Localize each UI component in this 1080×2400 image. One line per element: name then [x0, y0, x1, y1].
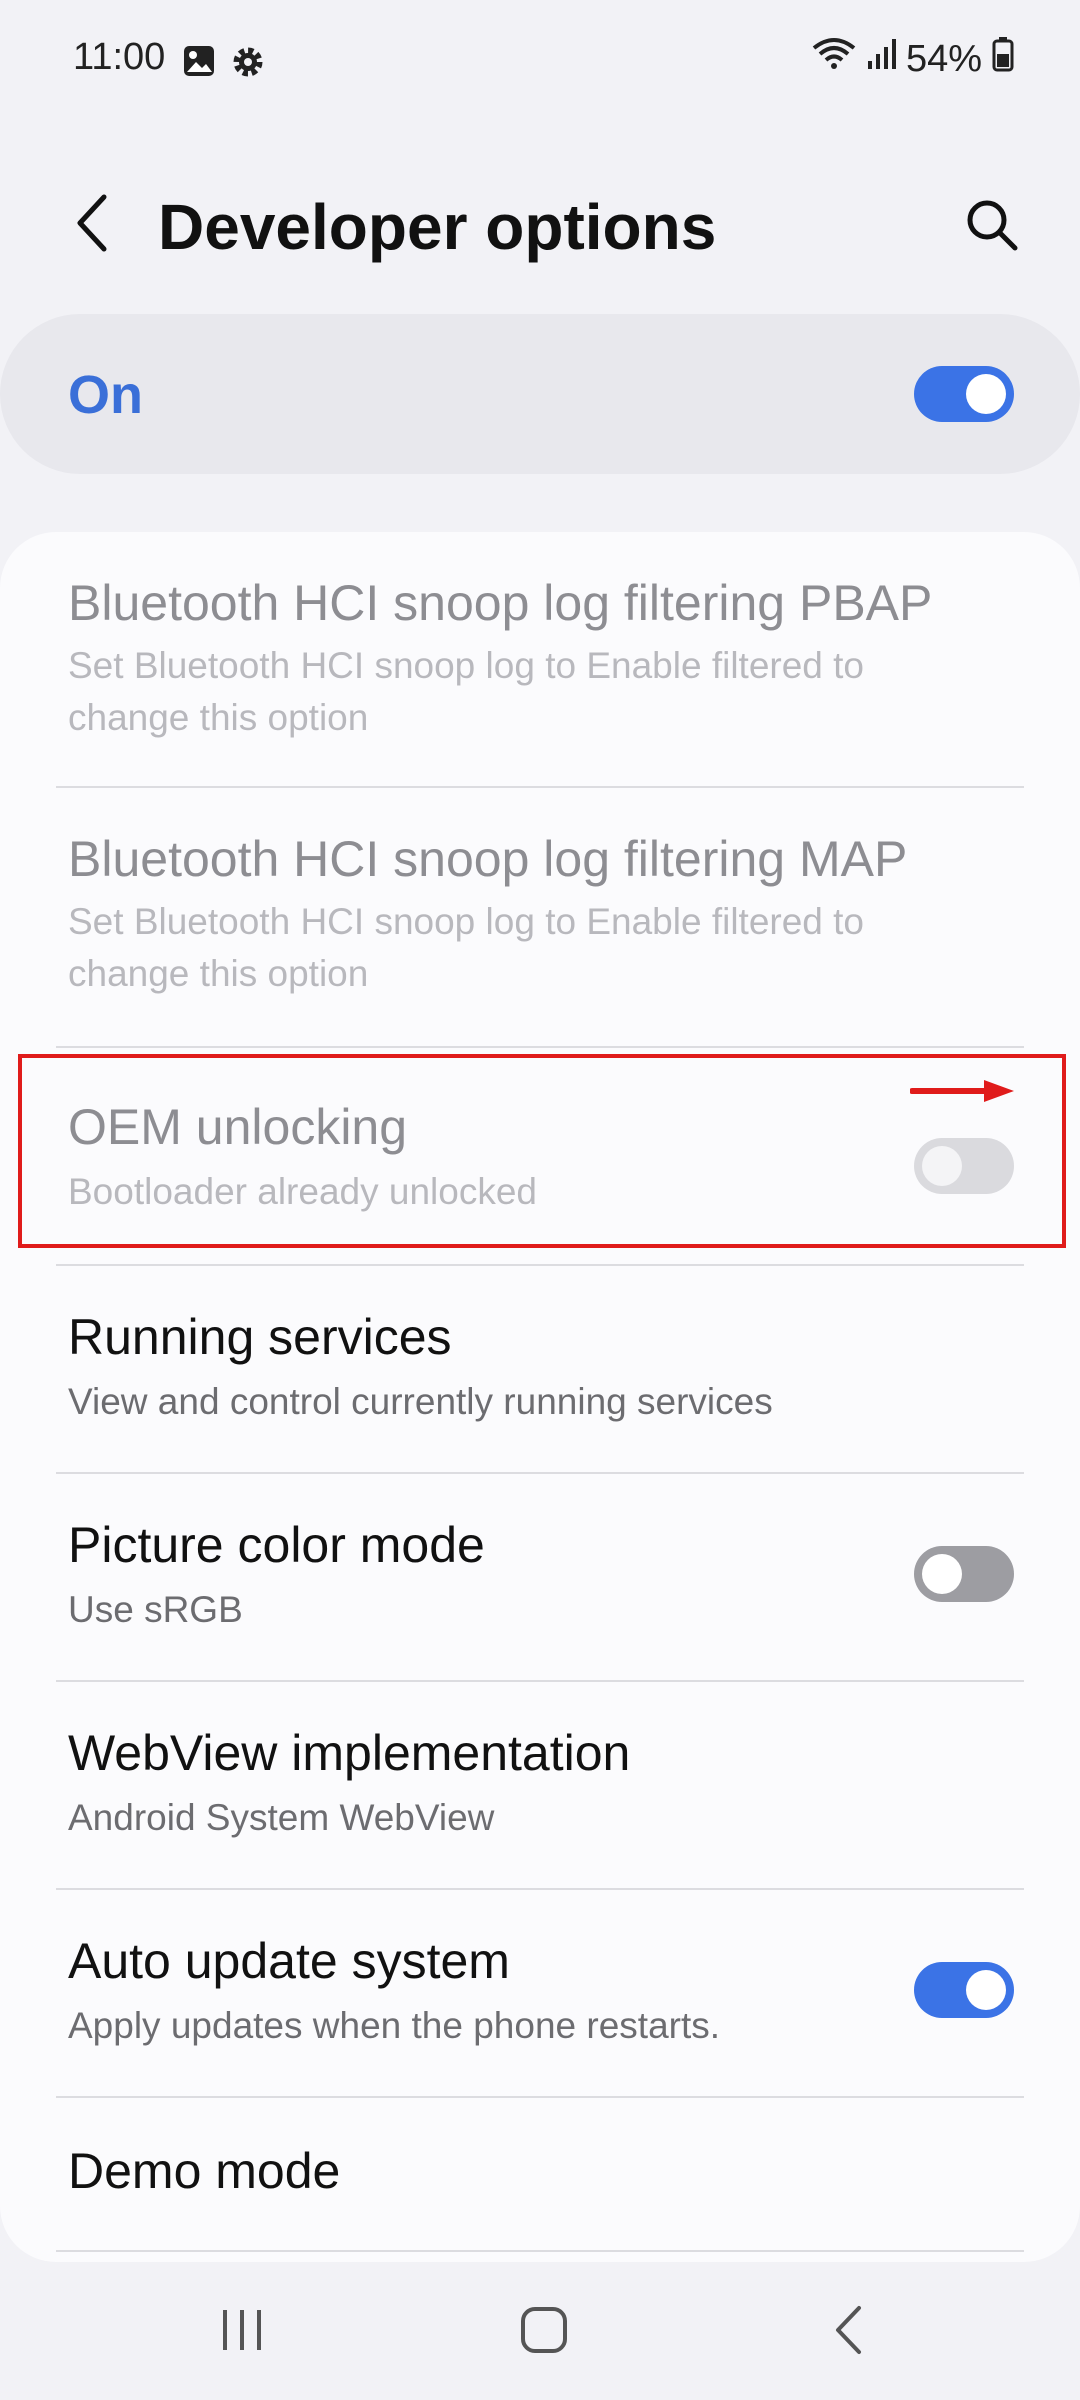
- search-icon: [965, 198, 1019, 257]
- back-nav-button[interactable]: [808, 2302, 888, 2362]
- setting-subtitle: Apply updates when the phone restarts.: [68, 2005, 721, 2046]
- setting-webview-implementation[interactable]: WebView implementation Android System We…: [0, 1682, 1080, 1888]
- setting-subtitle: Android System WebView: [68, 1797, 495, 1838]
- setting-subtitle: Use sRGB: [68, 1589, 243, 1630]
- setting-running-services[interactable]: Running services View and control curren…: [0, 1266, 1080, 1472]
- setting-title: Bluetooth HCI snoop log filtering PBAP: [68, 575, 933, 631]
- divider: [56, 2250, 1024, 2252]
- setting-demo-mode[interactable]: Demo mode: [0, 2098, 1080, 2254]
- toggle-knob: [922, 1554, 962, 1594]
- home-button[interactable]: [504, 2302, 584, 2362]
- page-title: Developer options: [158, 191, 717, 263]
- setting-title: Running services: [68, 1309, 452, 1365]
- app-header: Developer options: [0, 160, 1080, 290]
- chevron-left-icon: [72, 193, 112, 258]
- back-icon: [831, 2305, 865, 2360]
- status-time: 11:00: [73, 36, 166, 78]
- setting-title: Picture color mode: [68, 1517, 485, 1573]
- recents-icon: [219, 2308, 265, 2357]
- setting-subtitle: Set Bluetooth HCI snoop log to Enable fi…: [68, 901, 865, 994]
- setting-title: WebView implementation: [68, 1725, 631, 1781]
- setting-bt-hci-map: Bluetooth HCI snoop log filtering MAP Se…: [0, 788, 1080, 1046]
- auto-update-system-toggle[interactable]: [914, 1962, 1014, 2018]
- settings-list: Bluetooth HCI snoop log filtering PBAP S…: [0, 532, 1080, 2262]
- master-switch-label: On: [68, 365, 143, 425]
- setting-subtitle: View and control currently running servi…: [68, 1381, 773, 1422]
- battery-icon: [992, 36, 1014, 82]
- setting-auto-update-system[interactable]: Auto update system Apply updates when th…: [0, 1890, 1080, 2096]
- setting-title: Bluetooth HCI snoop log filtering MAP: [68, 831, 908, 887]
- search-button[interactable]: [960, 195, 1024, 259]
- gallery-icon: [182, 44, 216, 85]
- signal-icon: [866, 37, 896, 81]
- picture-color-mode-toggle[interactable]: [914, 1546, 1014, 1602]
- home-icon: [520, 2306, 568, 2359]
- battery-text: 54%: [905, 37, 982, 80]
- setting-title: Auto update system: [68, 1933, 510, 1989]
- annotation-arrow-icon: [909, 1078, 1016, 1109]
- annotation-highlight-box: [18, 1054, 1066, 1248]
- toggle-knob: [966, 374, 1006, 414]
- master-toggle[interactable]: [914, 366, 1014, 422]
- setting-subtitle: Set Bluetooth HCI snoop log to Enable fi…: [68, 645, 865, 738]
- setting-picture-color-mode[interactable]: Picture color mode Use sRGB: [0, 1474, 1080, 1680]
- settings-gear-icon: [230, 44, 266, 85]
- navigation-bar: [0, 2262, 1080, 2400]
- status-bar: 11:00 54%: [0, 0, 1080, 120]
- toggle-knob: [966, 1970, 1006, 2010]
- back-button[interactable]: [62, 193, 122, 258]
- developer-options-master-switch[interactable]: On: [0, 314, 1080, 474]
- setting-bt-hci-pbap: Bluetooth HCI snoop log filtering PBAP S…: [0, 532, 1080, 786]
- wifi-icon: [812, 36, 856, 82]
- setting-title: Demo mode: [68, 2143, 341, 2199]
- recents-button[interactable]: [202, 2302, 282, 2362]
